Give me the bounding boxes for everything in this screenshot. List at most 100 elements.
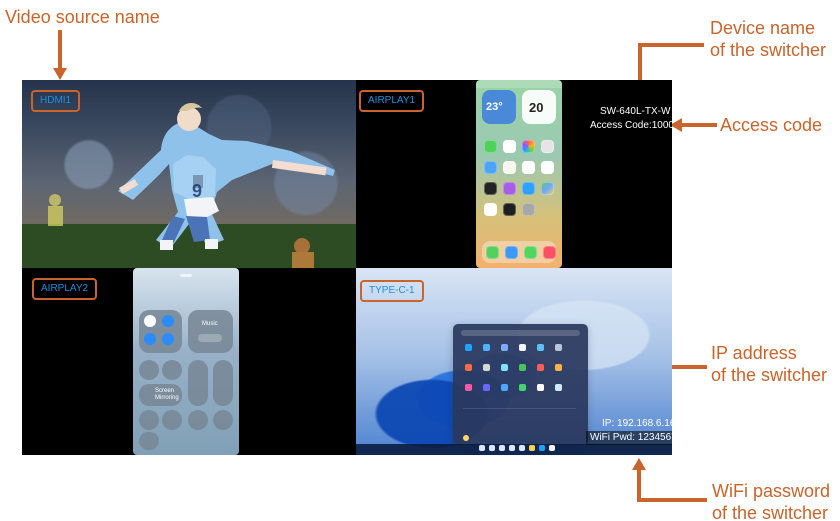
wallet-icon bbox=[503, 203, 516, 216]
notes-icon bbox=[503, 161, 516, 174]
task-view-icon bbox=[499, 445, 505, 451]
facetime-icon bbox=[484, 140, 497, 153]
bottom-left-quadrant: Music Screen Mirroring AIRPLAY2 bbox=[22, 268, 356, 455]
solitaire-icon bbox=[501, 364, 508, 371]
whatsapp-icon bbox=[519, 384, 526, 391]
calendar-icon bbox=[503, 140, 516, 153]
news-icon bbox=[537, 364, 544, 371]
wifi-password-arrow-horizontal bbox=[637, 498, 707, 502]
iphone-home-screen: 23° 20 bbox=[476, 80, 562, 268]
device-name-callout-line1: Device name bbox=[710, 18, 816, 38]
flashlight-tile bbox=[139, 410, 159, 430]
calendar-icon bbox=[501, 344, 508, 351]
do-not-disturb-tile bbox=[162, 360, 182, 380]
photos-icon bbox=[522, 140, 535, 153]
mail-icon bbox=[483, 344, 490, 351]
hdmi1-source-label: HDMI1 bbox=[31, 90, 81, 112]
type-c-1-source-label: TYPE-C-1 bbox=[360, 280, 424, 302]
messages-icon bbox=[524, 246, 537, 259]
ip-address-callout-line1: IP address bbox=[711, 343, 797, 363]
tips-icon bbox=[555, 364, 562, 371]
mail-icon bbox=[484, 161, 497, 174]
wifi-button bbox=[144, 333, 156, 345]
ip-address: IP: 192.168.6.16 bbox=[602, 418, 672, 429]
widgets-icon bbox=[509, 445, 515, 451]
brightness-slider bbox=[188, 360, 208, 406]
paint-icon bbox=[465, 384, 472, 391]
music-title: Music bbox=[202, 321, 218, 327]
chat-icon bbox=[519, 445, 525, 451]
airplay1-source-label: AIRPLAY1 bbox=[359, 90, 425, 112]
settings-icon bbox=[522, 203, 535, 216]
access-code-callout: Access code bbox=[720, 115, 823, 135]
appletv-icon bbox=[484, 182, 497, 195]
health-icon bbox=[484, 203, 497, 216]
wifi-password: WiFi Pwd: 12345678 bbox=[586, 431, 672, 445]
music-controls bbox=[198, 334, 222, 342]
bluetooth-button bbox=[162, 333, 174, 345]
wifi-password-callout-line1: WiFi password bbox=[712, 481, 831, 501]
appstore-icon bbox=[522, 182, 535, 195]
cellular-button bbox=[162, 315, 174, 327]
edge-taskbar-icon bbox=[539, 445, 545, 451]
timer-tile bbox=[162, 410, 182, 430]
device-name-callout-line2: of the switcher bbox=[710, 40, 827, 60]
windows-start-icon bbox=[479, 445, 485, 451]
photos-icon bbox=[537, 344, 544, 351]
store-taskbar-icon bbox=[549, 445, 555, 451]
status-bar bbox=[476, 80, 562, 88]
airplane-mode-button bbox=[144, 315, 156, 327]
airplay2-source-label: AIRPLAY2 bbox=[32, 278, 98, 300]
switcher-display: 9 HDMI1 23° 20 AIRPLAY1 SW-640L-TX-W Acc… bbox=[22, 80, 672, 455]
podcasts-icon bbox=[503, 182, 516, 195]
iphone-control-center: Music Screen Mirroring bbox=[133, 268, 239, 455]
search-icon bbox=[489, 445, 495, 451]
safari-icon bbox=[505, 246, 518, 259]
video-source-arrowhead bbox=[53, 68, 67, 80]
calendar-day: 20 bbox=[529, 100, 544, 115]
start-menu bbox=[453, 324, 588, 445]
top-left-quadrant: 9 HDMI1 bbox=[22, 80, 356, 268]
control-center-handle bbox=[180, 274, 192, 277]
settings-icon bbox=[555, 344, 562, 351]
device-name-arrow-horizontal bbox=[638, 43, 704, 47]
code-scanner-tile bbox=[139, 432, 159, 450]
weather-temperature: 23° bbox=[486, 101, 503, 113]
device-name: SW-640L-TX-W bbox=[600, 106, 671, 117]
notepad-icon bbox=[555, 384, 562, 391]
bottom-right-quadrant: TYPE-C-1 IP: 192.168.6.16 WiFi Pwd: 1234… bbox=[356, 268, 672, 455]
spotify-icon bbox=[519, 364, 526, 371]
wifi-password-callout-line2: of the switcher bbox=[712, 503, 829, 521]
maps-icon bbox=[541, 182, 554, 195]
store-icon bbox=[519, 344, 526, 351]
edge-icon bbox=[465, 344, 472, 351]
clock-icon bbox=[541, 161, 554, 174]
access-code: Access Code:1000 bbox=[590, 120, 672, 131]
calculator-tile bbox=[188, 410, 208, 430]
video-icon bbox=[537, 384, 544, 391]
camera-tile bbox=[213, 410, 233, 430]
access-code-arrow-line bbox=[680, 123, 717, 127]
office-icon bbox=[465, 364, 472, 371]
wifi-password-arrowhead bbox=[632, 458, 646, 470]
orientation-lock-tile bbox=[139, 360, 159, 380]
xbox-icon bbox=[483, 364, 490, 371]
start-search-bar bbox=[461, 330, 580, 336]
music-icon bbox=[543, 246, 556, 259]
twitter-icon bbox=[501, 384, 508, 391]
clipchamp-icon bbox=[483, 384, 490, 391]
top-right-quadrant: 23° 20 AIRPLAY1 SW-640L-TX-W Access Code… bbox=[356, 80, 672, 268]
ip-address-callout-line2: of the switcher bbox=[711, 365, 828, 385]
music-tile bbox=[188, 310, 233, 353]
svg-text:9: 9 bbox=[192, 181, 202, 201]
file-explorer-icon bbox=[529, 445, 535, 451]
video-source-name-callout: Video source name bbox=[5, 7, 160, 27]
volume-slider bbox=[213, 360, 233, 406]
screen-mirroring-label-line2: Mirroring bbox=[155, 395, 179, 401]
video-source-arrow-line bbox=[58, 30, 62, 70]
camera-icon bbox=[541, 140, 554, 153]
phone-icon bbox=[486, 246, 499, 259]
reminders-icon bbox=[522, 161, 535, 174]
recommended-list bbox=[463, 408, 576, 437]
user-avatar bbox=[463, 435, 469, 441]
